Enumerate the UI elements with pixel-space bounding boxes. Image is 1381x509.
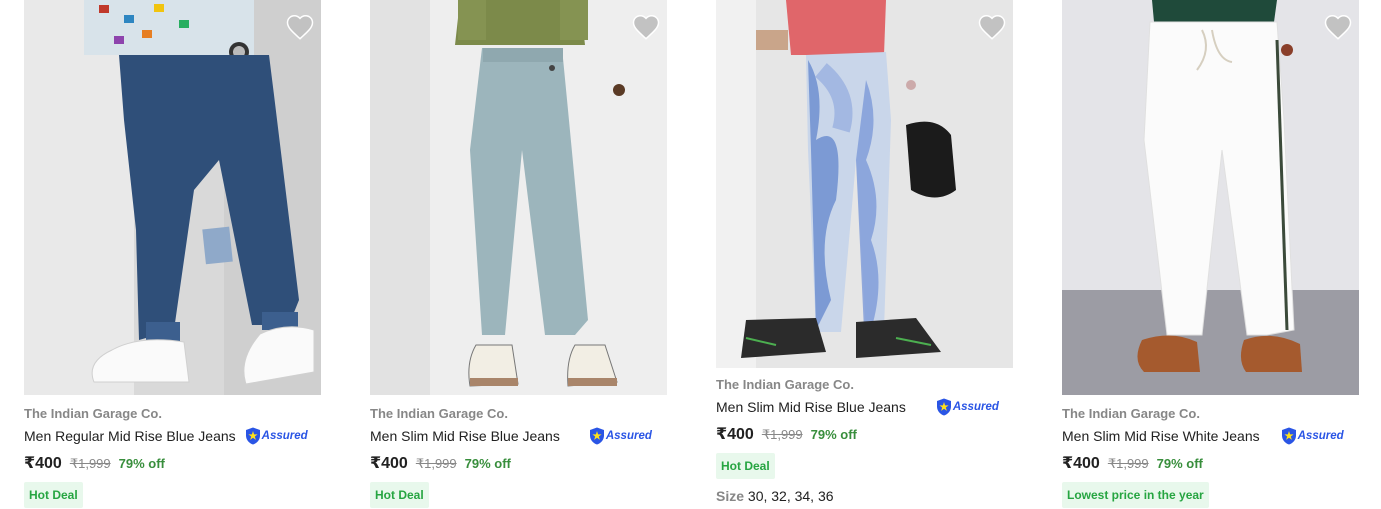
product-mrp: ₹1,999 — [1107, 456, 1149, 471]
product-brand: The Indian Garage Co. — [1062, 406, 1200, 421]
deal-badge: Hot Deal — [370, 482, 429, 508]
product-card[interactable]: The Indian Garage Co. Men Slim Mid Rise … — [716, 0, 1013, 505]
deal-badge: Hot Deal — [24, 482, 83, 508]
product-mrp: ₹1,999 — [761, 427, 803, 442]
heart-icon — [632, 14, 660, 40]
product-discount: 79% off — [464, 456, 511, 471]
product-brand: The Indian Garage Co. — [24, 406, 162, 421]
wishlist-button[interactable] — [631, 12, 661, 42]
product-mrp: ₹1,999 — [69, 456, 111, 471]
product-price: ₹400 — [716, 426, 754, 443]
product-image[interactable] — [1062, 0, 1359, 395]
product-discount: 79% off — [118, 456, 165, 471]
product-image[interactable] — [716, 0, 1013, 368]
product-discount: 79% off — [810, 427, 857, 442]
size-list: Size 30, 32, 34, 36 — [716, 487, 1013, 505]
product-card[interactable]: The Indian Garage Co. Men Slim Mid Rise … — [370, 0, 667, 508]
assured-label: Assured — [952, 401, 999, 413]
product-photo — [370, 0, 667, 395]
deal-badge: Lowest price in the year — [1062, 482, 1209, 508]
product-price: ₹400 — [370, 455, 408, 472]
product-brand: The Indian Garage Co. — [370, 406, 508, 421]
shield-icon — [936, 398, 951, 416]
product-mrp: ₹1,999 — [415, 456, 457, 471]
product-title[interactable]: Men Slim Mid Rise Blue Jeans — [716, 397, 906, 417]
assured-badge: Assured — [589, 427, 652, 445]
assured-label: Assured — [261, 430, 308, 442]
wishlist-button[interactable] — [285, 12, 315, 42]
shield-icon — [1281, 427, 1296, 445]
shield-icon — [589, 427, 604, 445]
assured-badge: Assured — [245, 427, 308, 445]
product-card[interactable]: The Indian Garage Co. Men Slim Mid Rise … — [1062, 0, 1359, 508]
size-label: Size — [716, 488, 745, 504]
product-photo — [1062, 0, 1359, 395]
heart-icon — [286, 14, 314, 40]
assured-label: Assured — [1297, 430, 1344, 442]
heart-icon — [1324, 14, 1352, 40]
assured-badge: Assured — [936, 398, 999, 416]
size-values: 30, 32, 34, 36 — [747, 488, 834, 504]
deal-badge: Hot Deal — [716, 453, 775, 479]
product-photo — [24, 0, 321, 395]
product-price: ₹400 — [1062, 455, 1100, 472]
product-card[interactable]: The Indian Garage Co. Men Regular Mid Ri… — [24, 0, 321, 508]
wishlist-button[interactable] — [1323, 12, 1353, 42]
product-title[interactable]: Men Regular Mid Rise Blue Jeans — [24, 426, 236, 446]
wishlist-button[interactable] — [977, 12, 1007, 42]
product-brand: The Indian Garage Co. — [716, 377, 854, 392]
product-image[interactable] — [370, 0, 667, 395]
product-title[interactable]: Men Slim Mid Rise Blue Jeans — [370, 426, 560, 446]
assured-badge: Assured — [1281, 427, 1344, 445]
product-discount: 79% off — [1156, 456, 1203, 471]
assured-label: Assured — [605, 430, 652, 442]
heart-icon — [978, 14, 1006, 40]
shield-icon — [245, 427, 260, 445]
product-title[interactable]: Men Slim Mid Rise White Jeans — [1062, 426, 1260, 446]
product-image[interactable] — [24, 0, 321, 395]
product-photo — [716, 0, 1013, 368]
product-price: ₹400 — [24, 455, 62, 472]
